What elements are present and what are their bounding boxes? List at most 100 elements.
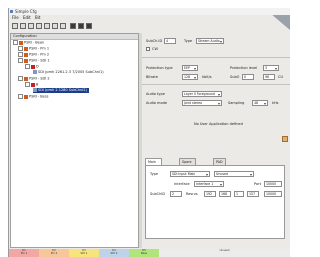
module-icon xyxy=(24,76,28,81)
module-icon xyxy=(24,46,28,51)
audio-type-select[interactable]: Layer II Foreground xyxy=(182,91,222,97)
protection-type-select[interactable]: EEP xyxy=(182,65,198,71)
tree-node-root[interactable]: PSRI - Bean xyxy=(13,40,44,46)
sampling-unit: kHz xyxy=(272,101,279,105)
tree-node-pm1[interactable]: PSRI - Pm 1 xyxy=(18,46,49,52)
source-type-label: Type xyxy=(150,172,159,176)
save-icon[interactable] xyxy=(28,23,34,29)
new-icon[interactable] xyxy=(12,23,18,29)
status-seg-sdi1[interactable]: D3 SDI 1 xyxy=(69,249,99,257)
tree-node-sdi1[interactable]: PSRI - SDI 1 xyxy=(18,58,50,64)
warning-icon[interactable] xyxy=(282,136,288,142)
expander-icon[interactable] xyxy=(25,82,30,87)
tab-spare-source[interactable]: Spare source xyxy=(179,158,196,170)
size-unit: CU xyxy=(278,75,284,79)
configuration-tree: Configuration PSRI - Bean PSRI - Pm 1 PS… xyxy=(10,33,139,248)
app-window: Simple Cfg File Edit Bit Configuration P… xyxy=(8,8,290,257)
subchid-label: SubChID xyxy=(150,192,166,196)
grid-icon[interactable] xyxy=(70,23,76,29)
module-icon xyxy=(24,94,28,99)
window-title: Simple Cfg xyxy=(15,9,37,14)
status-seg-pm2[interactable]: D2 Pm 2 xyxy=(39,249,69,257)
copy-icon[interactable] xyxy=(36,23,42,29)
module-icon xyxy=(24,52,28,57)
divider xyxy=(142,84,290,85)
properties-panel: SubCh.ID 4 Type Stream Audio CW Protecti… xyxy=(142,33,290,248)
port2-field[interactable]: 10000 xyxy=(264,191,282,197)
interface-label: Interface xyxy=(174,182,190,186)
module-icon xyxy=(24,58,28,63)
size-field[interactable]: 96 xyxy=(263,74,275,80)
menu-file[interactable]: File xyxy=(12,15,19,20)
tree-node-bess[interactable]: PSRI - Bess xyxy=(18,94,49,100)
source-type2-select[interactable]: Unused xyxy=(214,171,254,177)
expander-icon[interactable] xyxy=(18,52,23,57)
title-bar: Simple Cfg xyxy=(9,8,290,15)
protection-level-select[interactable]: 3 xyxy=(263,65,279,71)
expander-icon[interactable] xyxy=(18,58,23,63)
subch-id-label: SubCh.ID xyxy=(146,39,163,43)
paste-icon[interactable] xyxy=(44,23,50,29)
tree-node-sdi-subch1[interactable]: SDI (pmh 2261.2.3 7/2005 SubChnl1) xyxy=(33,70,104,75)
tree-node-device-b[interactable]: B xyxy=(25,82,38,88)
audio-mode-label: Audio mode xyxy=(146,101,167,105)
no-user-application-text: No User Application defined xyxy=(194,122,243,126)
status-seg-pm1[interactable]: D1 Pm 1 xyxy=(9,249,39,257)
ip-octet-1[interactable]: 192 xyxy=(204,191,216,197)
device-icon xyxy=(31,82,35,87)
tree-node-pm2[interactable]: PSRI - Pm 2 xyxy=(18,52,49,58)
reserve-label: Resrvs xyxy=(186,192,198,196)
bitrate-select[interactable]: 128 xyxy=(182,74,198,80)
expander-icon[interactable] xyxy=(18,94,23,99)
expander-icon[interactable] xyxy=(18,46,23,51)
port-field[interactable]: 10000 xyxy=(264,181,282,187)
ip-octet-4[interactable]: 157 xyxy=(247,191,259,197)
source-type-select[interactable]: SDI Input Main xyxy=(170,171,210,177)
cw-label: CW xyxy=(152,47,158,51)
type-label: Type xyxy=(184,39,193,43)
device-icon xyxy=(31,64,35,69)
protection-type-label: Protection type xyxy=(146,66,173,70)
status-seg-sdi2[interactable]: D4 SDI 2 xyxy=(99,249,129,257)
sampling-label: Sampling xyxy=(228,101,245,105)
expander-icon[interactable] xyxy=(18,76,23,81)
protection-level-label: Protection level xyxy=(230,66,258,70)
audio-type-label: Audio type xyxy=(146,92,165,96)
settings-icon[interactable] xyxy=(60,23,66,29)
expander-icon[interactable] xyxy=(25,64,30,69)
type-select[interactable]: Stream Audio xyxy=(196,38,224,44)
status-seg-unused: Unused xyxy=(159,249,290,257)
expander-icon[interactable] xyxy=(13,40,18,45)
subch-id-field[interactable]: 4 xyxy=(164,38,176,44)
list-icon[interactable] xyxy=(86,23,92,29)
start-field[interactable]: 0 xyxy=(242,74,254,80)
divider xyxy=(142,57,290,58)
audio-mode-select[interactable]: Joint stereo xyxy=(182,100,222,106)
subchid-field[interactable]: 2 xyxy=(170,191,182,197)
status-bar: D1 Pm 1 D2 Pm 2 D3 SDI 1 D4 SDI 2 D5 Bess Unu… xyxy=(9,249,290,257)
tree-node-sdi2[interactable]: PSRI - SDI 2 xyxy=(18,76,50,82)
toolbar xyxy=(9,22,290,31)
sampling-select[interactable]: 48 xyxy=(252,100,268,106)
grid-alt-icon[interactable] xyxy=(78,23,84,29)
signal-icon xyxy=(33,88,37,92)
tree-node-device-d[interactable]: D xyxy=(25,64,39,70)
ip-octet-3[interactable]: 1 xyxy=(234,191,244,197)
bitrate-label: Bitrate xyxy=(146,75,158,79)
menu-bar: File Edit Bit xyxy=(9,15,290,21)
ip-octet-2[interactable]: 168 xyxy=(219,191,231,197)
interface-select[interactable]: Interface 1 xyxy=(194,181,224,187)
menu-edit[interactable]: Edit xyxy=(23,15,31,20)
main-source-panel: Type SDI Input Main Unused Interface Int… xyxy=(145,165,285,239)
menu-bit[interactable]: Bit xyxy=(35,15,40,20)
delete-icon[interactable] xyxy=(52,23,58,29)
tree-node-sdi-subch2[interactable]: SDI (pmh 2 1280 SubChnl2) xyxy=(33,88,89,93)
app-icon xyxy=(10,9,13,13)
bitrate-unit: kbit/s xyxy=(202,75,212,79)
port-label: Port xyxy=(254,182,261,186)
status-seg-bess[interactable]: D5 Bess xyxy=(129,249,159,257)
signal-icon xyxy=(33,70,37,74)
tab-pad-udp[interactable]: PAD UDP xyxy=(213,158,226,170)
cw-checkbox[interactable] xyxy=(146,47,150,51)
open-icon[interactable] xyxy=(20,23,26,29)
